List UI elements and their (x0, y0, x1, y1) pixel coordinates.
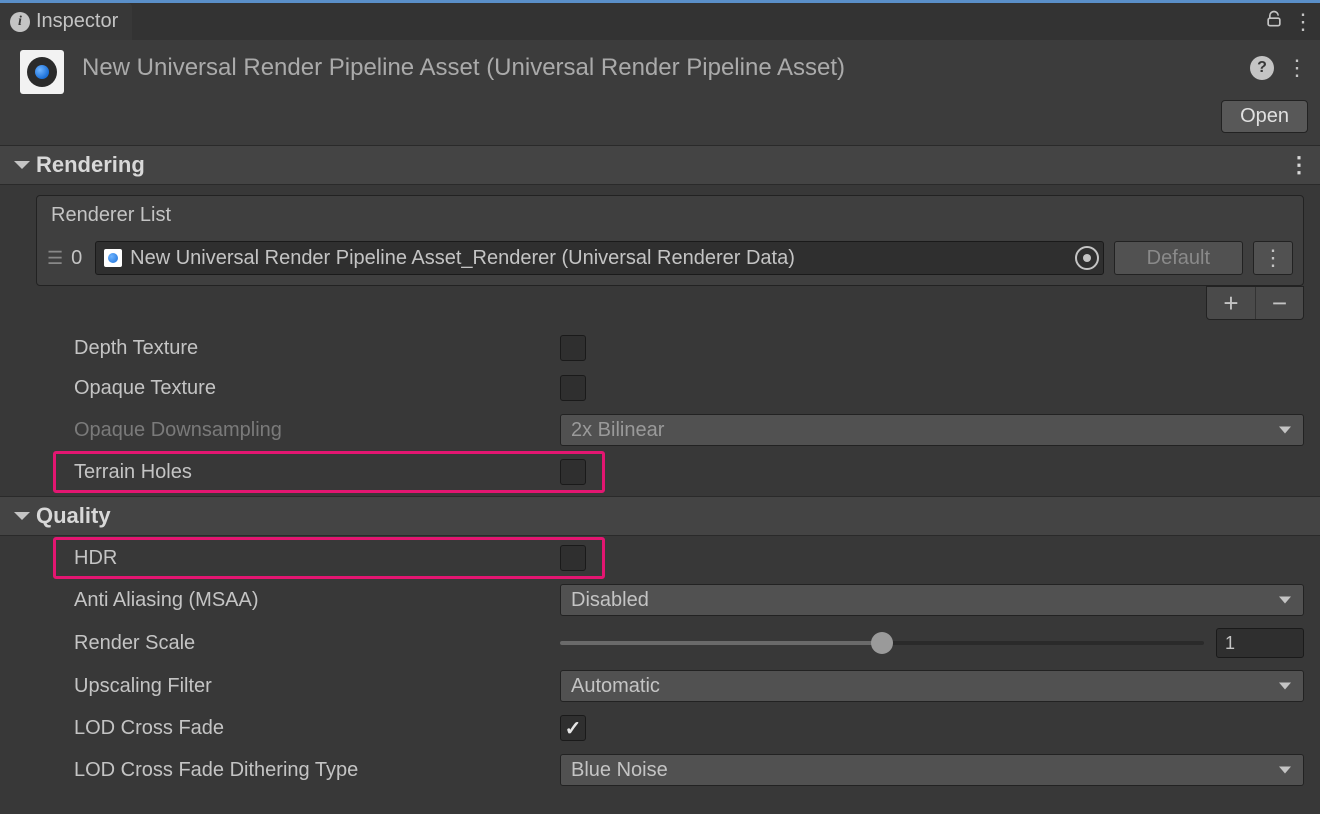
section-title: Rendering (36, 152, 145, 178)
lod-dither-dropdown[interactable]: Blue Noise (560, 754, 1304, 786)
lod-cross-fade-row: LOD Cross Fade (0, 708, 1320, 748)
open-button[interactable]: Open (1221, 100, 1308, 133)
asset-menu-icon[interactable]: ⋮ (1286, 57, 1308, 79)
asset-header: New Universal Render Pipeline Asset (Uni… (0, 40, 1320, 100)
render-scale-slider[interactable] (560, 641, 1204, 645)
lod-dither-label: LOD Cross Fade Dithering Type (74, 759, 560, 782)
depth-texture-label: Depth Texture (74, 337, 560, 360)
section-menu-icon[interactable]: ⋮ (1288, 152, 1310, 178)
opaque-downsampling-label: Opaque Downsampling (74, 419, 560, 442)
hdr-checkbox[interactable] (560, 545, 586, 571)
drag-handle-icon[interactable]: ☰ (47, 248, 61, 269)
opaque-downsampling-dropdown: 2x Bilinear (560, 414, 1304, 446)
lod-cross-fade-checkbox[interactable] (560, 715, 586, 741)
hdr-label: HDR (74, 547, 560, 570)
hdr-highlight: HDR (54, 538, 604, 578)
depth-texture-row: Depth Texture (0, 328, 1320, 368)
renderer-addremove: + − (36, 286, 1304, 320)
renderer-list-label: Renderer List (37, 196, 1303, 235)
rendering-section-header[interactable]: Rendering ⋮ (0, 145, 1320, 185)
add-renderer-button[interactable]: + (1207, 287, 1255, 319)
foldout-icon (14, 161, 30, 169)
depth-texture-checkbox[interactable] (560, 335, 586, 361)
render-scale-row: Render Scale (0, 622, 1320, 664)
quality-section-header[interactable]: Quality (0, 496, 1320, 536)
lock-icon[interactable] (1264, 9, 1284, 34)
tab-menu-icon[interactable]: ⋮ (1292, 11, 1314, 33)
info-icon: i (10, 12, 30, 32)
lod-dither-row: LOD Cross Fade Dithering Type Blue Noise (0, 748, 1320, 792)
renderer-object-field[interactable]: New Universal Render Pipeline Asset_Rend… (95, 241, 1103, 275)
opaque-texture-row: Opaque Texture (0, 368, 1320, 408)
help-icon[interactable]: ? (1250, 56, 1274, 80)
object-picker-icon[interactable] (1075, 246, 1099, 270)
lod-cross-fade-label: LOD Cross Fade (74, 717, 560, 740)
asset-title: New Universal Render Pipeline Asset (Uni… (82, 50, 1232, 82)
renderer-asset-icon (104, 249, 122, 267)
inspector-tab[interactable]: i Inspector (0, 3, 132, 40)
anti-aliasing-dropdown[interactable]: Disabled (560, 584, 1304, 616)
render-scale-input[interactable] (1216, 628, 1304, 658)
render-scale-label: Render Scale (74, 632, 560, 655)
renderer-index: 0 (71, 247, 85, 270)
tab-label: Inspector (36, 10, 118, 33)
terrain-holes-highlight: Terrain Holes (54, 452, 604, 492)
upscaling-filter-row: Upscaling Filter Automatic (0, 664, 1320, 708)
anti-aliasing-row: Anti Aliasing (MSAA) Disabled (0, 578, 1320, 622)
renderer-list-box: Renderer List ☰ 0 New Universal Render P… (36, 195, 1304, 286)
opaque-texture-label: Opaque Texture (74, 377, 560, 400)
asset-type-icon (20, 50, 64, 94)
remove-renderer-button[interactable]: − (1255, 287, 1303, 319)
opaque-texture-checkbox[interactable] (560, 375, 586, 401)
default-renderer-button[interactable]: Default (1114, 241, 1243, 275)
slider-thumb[interactable] (871, 632, 893, 654)
foldout-icon (14, 512, 30, 520)
upscaling-filter-label: Upscaling Filter (74, 675, 560, 698)
renderer-name: New Universal Render Pipeline Asset_Rend… (130, 247, 795, 270)
upscaling-filter-dropdown[interactable]: Automatic (560, 670, 1304, 702)
renderer-item-menu[interactable]: ⋮ (1253, 241, 1293, 275)
terrain-holes-checkbox[interactable] (560, 459, 586, 485)
terrain-holes-label: Terrain Holes (74, 461, 560, 484)
anti-aliasing-label: Anti Aliasing (MSAA) (74, 589, 560, 612)
section-title: Quality (36, 503, 111, 529)
opaque-downsampling-row: Opaque Downsampling 2x Bilinear (0, 408, 1320, 452)
renderer-list-row: ☰ 0 New Universal Render Pipeline Asset_… (37, 235, 1303, 285)
tab-bar: i Inspector ⋮ (0, 0, 1320, 40)
